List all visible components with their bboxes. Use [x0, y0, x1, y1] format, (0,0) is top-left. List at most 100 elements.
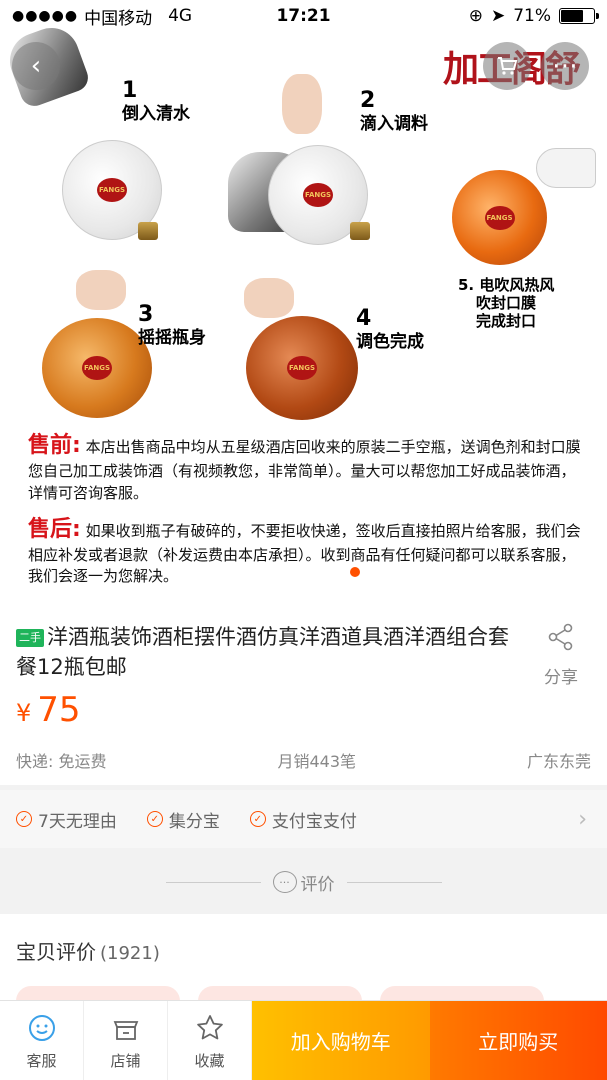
- divider-line: [346, 881, 442, 883]
- bottle-label: FANGS: [82, 356, 112, 380]
- bottle-dark: FANGS: [246, 316, 358, 420]
- step-5-line-2: 吹封口膜: [476, 294, 537, 312]
- product-title-text: 洋酒瓶装饰酒柜摆件酒仿真洋酒道具酒洋酒组合套餐12瓶包邮: [16, 625, 509, 680]
- step-3-number: 3: [138, 302, 154, 327]
- bottle-label: FANGS: [303, 183, 333, 207]
- reviews-section[interactable]: 宝贝评价 (1921): [0, 914, 607, 1016]
- step-2-number: 2: [360, 88, 376, 113]
- buy-now-button[interactable]: 立即购买: [429, 1001, 607, 1080]
- bottle-amber: FANGS: [42, 318, 152, 418]
- bottle-label: FANGS: [287, 356, 317, 380]
- share-icon: [548, 623, 573, 651]
- check-icon: ✓: [146, 811, 163, 827]
- hair-dryer-image: [536, 148, 596, 188]
- shop-label: 店铺: [110, 1051, 141, 1070]
- step-4: 4 调色完成: [356, 306, 424, 353]
- share-label: 分享: [544, 668, 578, 688]
- service-item: ✓ 7天无理由: [16, 807, 117, 832]
- sales-notice: 售前: 本店出售商品中均从五星级酒店回收来的原装二手空瓶，送调色剂和封口膜您自己…: [28, 430, 588, 598]
- ship-location: 广东东莞: [526, 752, 591, 771]
- after-sale-notice: 售后: 如果收到瓶子有破碎的，不要拒收快递，签收后直接拍照片给客服，我们会相应补…: [28, 514, 588, 588]
- reviews-count: (1921): [100, 943, 160, 964]
- step-4-number: 4: [356, 306, 372, 331]
- step-3: 3 摇摇瓶身: [138, 302, 206, 349]
- divider-line: [165, 881, 261, 883]
- clock: 17:21: [276, 6, 331, 26]
- step-2-label: 滴入调料: [360, 114, 428, 135]
- after-sale-tag: 售后:: [28, 516, 81, 542]
- shop-button[interactable]: 店铺: [84, 1001, 168, 1080]
- product-meta: 快递: 免运费 月销443笔 广东东莞: [16, 748, 591, 772]
- bottom-action-bar: 客服 店铺 收藏 加入购物车 立即购买: [0, 1000, 607, 1080]
- back-button[interactable]: ‹: [12, 42, 60, 90]
- check-icon: ✓: [16, 811, 32, 827]
- reviews-header: 宝贝评价 (1921): [16, 936, 160, 965]
- pre-sale-text: 本店出售商品中均从五星级酒店回收来的原装二手空瓶，送调色剂和封口膜您自己加工成装…: [28, 438, 581, 502]
- product-title: 二手 洋酒瓶装饰酒柜摆件酒仿真洋酒道具酒洋酒组合套餐12瓶包邮: [16, 622, 516, 683]
- service-guarantees[interactable]: ✓ 7天无理由 ✓ 集分宝 ✓ 支付宝支付 ›: [0, 790, 607, 848]
- battery-icon: [559, 8, 599, 24]
- step-5: 5. 电吹风热风 吹封口膜 完成封口: [458, 276, 554, 330]
- customer-service-button[interactable]: 客服: [0, 1001, 84, 1080]
- shipping-info: 快递: 免运费: [16, 752, 107, 771]
- currency-symbol: ¥: [16, 699, 32, 727]
- reviews-title: 宝贝评价: [16, 940, 96, 964]
- battery-percent: 71%: [513, 6, 551, 26]
- share-button[interactable]: 分享: [529, 622, 593, 688]
- status-bar: ●●●●● 中国移动 4G 17:21 ⊕ ➤ 71%: [0, 0, 607, 32]
- signal-icon: ●●●●●: [12, 8, 79, 24]
- step-1-label: 倒入清水: [122, 104, 190, 125]
- status-right: ⊕ ➤ 71%: [468, 6, 599, 26]
- bottle-orange: FANGS: [452, 170, 547, 265]
- pre-sale-tag: 售前:: [28, 433, 81, 458]
- shop-icon: [110, 1012, 142, 1044]
- step-3-label: 摇摇瓶身: [138, 328, 206, 349]
- rotation-lock-icon: ⊕: [468, 6, 483, 26]
- after-sale-text: 如果收到瓶子有破碎的，不要拒收快递，签收后直接拍照片给客服，我们会相应补发或者退…: [28, 521, 581, 586]
- cart-icon[interactable]: [483, 42, 531, 90]
- chat-face-icon: [26, 1012, 58, 1044]
- bottle-label: FANGS: [484, 205, 515, 230]
- service-label: 支付宝支付: [271, 811, 357, 832]
- location-icon: ➤: [490, 6, 506, 26]
- battery-fill: [561, 10, 584, 22]
- network-type: 4G: [168, 6, 193, 26]
- product-price: ¥75: [16, 690, 81, 730]
- product-image[interactable]: ‹ ⋯ 加工阁舒 FANGS 1 倒入清水 FANGS 2 滴入调料 FANGS…: [0, 0, 607, 600]
- cork-image: [350, 222, 370, 240]
- chevron-right-icon[interactable]: ›: [578, 807, 587, 832]
- check-icon: ✓: [249, 811, 266, 827]
- hand-image: [76, 270, 126, 310]
- service-label: 集分宝: [168, 811, 220, 832]
- product-info: 二手 洋酒瓶装饰酒柜摆件酒仿真洋酒道具酒洋酒组合套餐12瓶包邮 分享 ¥75 快递…: [0, 600, 607, 785]
- step-2: 2 滴入调料: [360, 88, 428, 135]
- hand-image: [244, 278, 294, 318]
- cork-image: [138, 222, 158, 240]
- step-1: 1 倒入清水: [122, 78, 190, 125]
- monthly-sales: 月销443笔: [277, 752, 356, 771]
- step-4-label: 调色完成: [356, 332, 424, 353]
- bottle-label: FANGS: [97, 178, 127, 202]
- carrier: 中国移动: [84, 8, 153, 29]
- review-divider: ··· 评价: [0, 852, 607, 912]
- service-item: ✓ 支付宝支付: [249, 807, 357, 832]
- carousel-indicator: [350, 567, 360, 577]
- favorite-button[interactable]: 收藏: [168, 1001, 252, 1080]
- price-value: 75: [37, 690, 81, 730]
- status-left: ●●●●● 中国移动 4G: [12, 4, 192, 29]
- pre-sale-notice: 售前: 本店出售商品中均从五星级酒店回收来的原装二手空瓶，送调色剂和封口膜您自己…: [28, 430, 588, 504]
- service-item: ✓ 集分宝: [146, 807, 220, 832]
- secondhand-badge: 二手: [16, 629, 44, 647]
- comment-icon: ···: [272, 871, 297, 893]
- customer-service-label: 客服: [26, 1051, 57, 1070]
- divider-label: 评价: [300, 874, 335, 895]
- step-1-number: 1: [122, 78, 138, 103]
- star-icon: [194, 1012, 226, 1044]
- hand-image: [282, 74, 322, 134]
- step-5-line-3: 完成封口: [476, 312, 537, 330]
- add-to-cart-button[interactable]: 加入购物车: [252, 1001, 430, 1080]
- favorite-label: 收藏: [194, 1051, 225, 1070]
- step-5-line-1: 5. 电吹风热风: [458, 276, 555, 294]
- more-icon[interactable]: ⋯: [541, 42, 589, 90]
- service-label: 7天无理由: [38, 811, 117, 832]
